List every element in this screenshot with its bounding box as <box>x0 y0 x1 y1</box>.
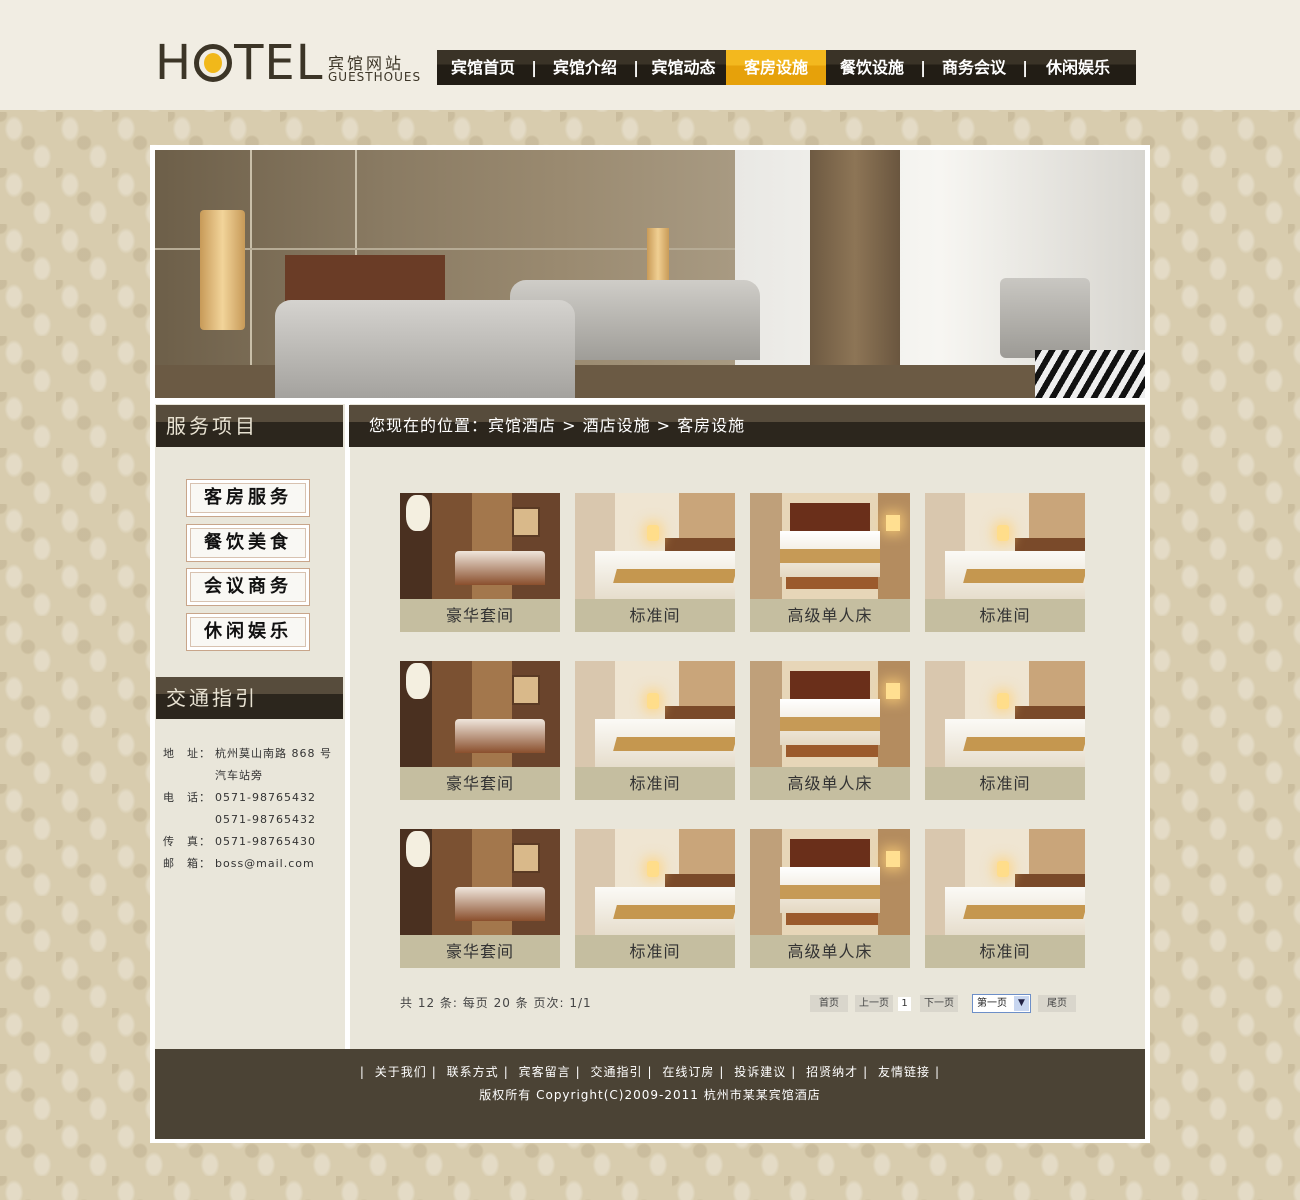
footer-links: | 关于我们 | 联系方式 | 宾客留言 | 交通指引 | 在线订房 | 投诉建议 | 招贤… <box>359 1065 941 1079</box>
service-button-meeting[interactable]: 会议商务 <box>186 568 310 606</box>
nav-item-news[interactable]: 宾馆动态 <box>641 50 726 85</box>
nav-item-leisure[interactable]: 休闲娱乐 <box>1030 50 1126 85</box>
room-photo <box>575 661 735 767</box>
phone-label: 电 话： <box>163 791 211 804</box>
room-caption: 标准间 <box>979 606 1031 625</box>
room-card[interactable]: 标准间 <box>925 493 1085 632</box>
room-photo <box>400 829 560 935</box>
logo-o-icon <box>194 44 233 82</box>
nav-item-dining[interactable]: 餐饮设施 <box>826 50 918 85</box>
logo-wordmark: H TEL <box>155 35 324 91</box>
nav-separator: | <box>633 58 639 77</box>
footer-link-contact[interactable]: 联系方式 <box>447 1065 499 1079</box>
nav-separator: | <box>1022 58 1028 77</box>
room-card[interactable]: 标准间 <box>575 661 735 800</box>
fax-label: 传 真： <box>163 835 211 848</box>
footer: | 关于我们 | 联系方式 | 宾客留言 | 交通指引 | 在线订房 | 投诉建议 | 招贤… <box>155 1049 1145 1139</box>
room-card[interactable]: 标准间 <box>575 829 735 968</box>
room-card[interactable]: 标准间 <box>575 493 735 632</box>
room-card[interactable]: 豪华套间 <box>400 493 560 632</box>
phone-value: 0571-98765432 <box>215 791 316 804</box>
nav-item-business[interactable]: 商务会议 <box>928 50 1020 85</box>
room-photo <box>400 493 560 599</box>
room-photo <box>400 661 560 767</box>
nav-separator: | <box>531 58 537 77</box>
traffic-heading: 交通指引 <box>156 677 343 719</box>
footer-copyright: 版权所有 Copyright(C)2009-2011 杭州市某某宾馆酒店 <box>479 1088 821 1102</box>
room-photo <box>750 829 910 935</box>
room-caption: 豪华套间 <box>445 606 514 625</box>
room-caption: 豪华套间 <box>445 942 514 961</box>
nav-item-rooms[interactable]: 客房设施 <box>726 50 826 85</box>
pager-next-button[interactable]: 下一页 <box>920 995 958 1012</box>
room-caption: 高级单人床 <box>787 942 873 961</box>
service-button-leisure[interactable]: 休闲娱乐 <box>186 613 310 651</box>
footer-link-traffic[interactable]: 交通指引 <box>590 1065 642 1079</box>
room-card[interactable]: 标准间 <box>925 829 1085 968</box>
room-photo <box>925 829 1085 935</box>
room-caption: 标准间 <box>629 774 681 793</box>
room-caption: 豪华套间 <box>445 774 514 793</box>
room-photo <box>575 829 735 935</box>
room-card[interactable]: 高级单人床 <box>750 493 910 632</box>
breadcrumb: 您现在的位置：宾馆酒店 > 酒店设施 > 客房设施 <box>349 405 1145 447</box>
pager-first-button[interactable]: 首页 <box>810 995 848 1012</box>
footer-link-friends[interactable]: 友情链接 <box>878 1065 930 1079</box>
room-photo <box>750 661 910 767</box>
phone-value-2: 0571-98765432 <box>215 813 316 826</box>
room-card[interactable]: 标准间 <box>925 661 1085 800</box>
address-label: 地 址： <box>163 747 211 760</box>
room-card[interactable]: 高级单人床 <box>750 829 910 968</box>
room-card[interactable]: 豪华套间 <box>400 829 560 968</box>
room-caption: 高级单人床 <box>787 774 873 793</box>
services-heading: 服务项目 <box>156 405 343 447</box>
pager-page-select[interactable]: 第一页 ▼ <box>972 994 1031 1013</box>
service-button-dining[interactable]: 餐饮美食 <box>186 524 310 562</box>
chevron-down-icon: ▼ <box>1014 996 1029 1011</box>
pager-current-page: 1 <box>898 997 911 1011</box>
email-value: boss@mail.com <box>215 857 315 870</box>
hero-banner <box>155 150 1145 398</box>
footer-link-guestbook[interactable]: 宾客留言 <box>519 1065 571 1079</box>
contact-info: 地 址： 杭州莫山南路 868 号 汽车站旁 电 话： 0571-98765432 … <box>163 743 343 875</box>
logo-en-text: GUESTHOUES <box>328 70 422 84</box>
room-card[interactable]: 豪华套间 <box>400 661 560 800</box>
email-label: 邮 箱： <box>163 857 211 870</box>
pager-info: 共 12 条: 每页 20 条 页次: 1/1 <box>400 996 592 1010</box>
room-caption: 标准间 <box>629 942 681 961</box>
room-photo <box>575 493 735 599</box>
service-button-rooms[interactable]: 客房服务 <box>186 479 310 517</box>
fax-value: 0571-98765430 <box>215 835 316 848</box>
room-photo <box>750 493 910 599</box>
nav-item-home[interactable]: 宾馆首页 <box>437 50 529 85</box>
pager-prev-button[interactable]: 上一页 <box>855 995 893 1012</box>
room-caption: 标准间 <box>979 774 1031 793</box>
footer-link-jobs[interactable]: 招贤纳才 <box>806 1065 858 1079</box>
room-photo <box>925 661 1085 767</box>
pager-select-value: 第一页 <box>977 998 1007 1009</box>
footer-link-booking[interactable]: 在线订房 <box>662 1065 714 1079</box>
room-caption: 高级单人床 <box>787 606 873 625</box>
address-value: 杭州莫山南路 868 号 <box>215 747 332 760</box>
main-nav: 宾馆首页 | 宾馆介绍 | 宾馆动态 客房设施 餐饮设施 | 商务会议 | 休闲… <box>437 50 1136 85</box>
nav-item-intro[interactable]: 宾馆介绍 <box>539 50 631 85</box>
footer-link-complaints[interactable]: 投诉建议 <box>734 1065 786 1079</box>
nav-separator: | <box>920 58 926 77</box>
room-caption: 标准间 <box>629 606 681 625</box>
address-value-line2: 汽车站旁 <box>215 769 263 782</box>
room-caption: 标准间 <box>979 942 1031 961</box>
footer-link-about[interactable]: 关于我们 <box>375 1065 427 1079</box>
room-card[interactable]: 高级单人床 <box>750 661 910 800</box>
pager-last-button[interactable]: 尾页 <box>1038 995 1076 1012</box>
room-photo <box>925 493 1085 599</box>
